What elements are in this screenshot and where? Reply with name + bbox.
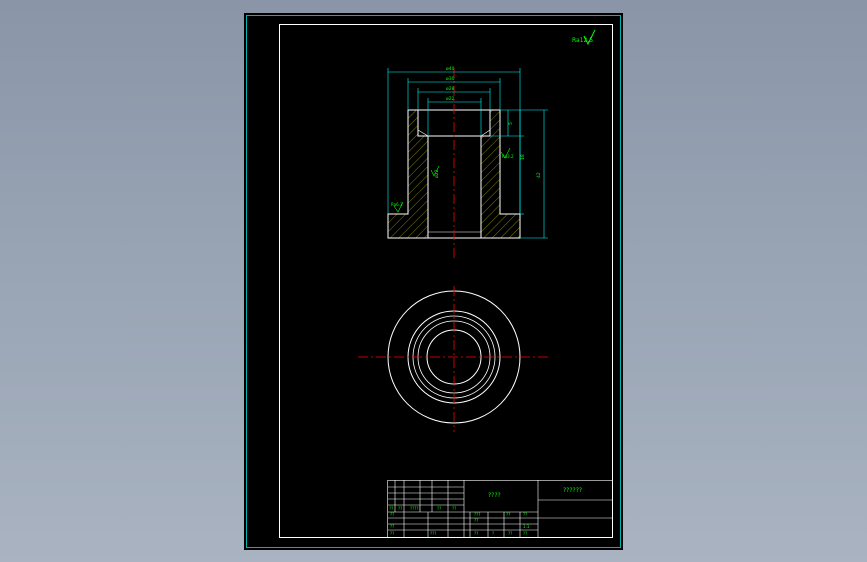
title-bottom-4: ?: [492, 531, 494, 536]
title-bottom-3: ??: [474, 531, 478, 536]
scale-label: 1:1: [523, 524, 530, 529]
title-mid-label-1: ??: [390, 512, 394, 517]
title-row-label-2: ??: [398, 506, 402, 511]
dim-top-1: ø40: [446, 66, 455, 72]
title-row-label-4: ??: [437, 506, 441, 511]
company-name: ??????: [563, 487, 582, 494]
title-mid-label-3: ??: [474, 518, 478, 523]
dim-top-3: ø28: [446, 86, 455, 92]
title-row-label-5: ??: [452, 506, 456, 511]
roughness-label: Ra12.5: [572, 37, 593, 44]
dim-top-4: ø22: [446, 96, 455, 102]
dim-right-3: 42: [536, 172, 542, 178]
title-row-label-1: ??: [389, 506, 393, 511]
cad-drawing-canvas: Ra12.5 ø40 ø30 ø28 ø22 5 18 42 ø22 Ra3.2…: [244, 13, 623, 550]
drawing-name: ????: [488, 492, 501, 499]
title-bottom-2: ???: [430, 531, 436, 536]
title-row-label-3: ?????: [410, 506, 421, 511]
dim-right-2: 18: [520, 154, 526, 160]
drawing-sheet: [244, 13, 623, 550]
title-bottom-1: ??: [390, 531, 394, 536]
title-bottom-5: ??: [508, 531, 512, 536]
dim-top-2: ø30: [446, 76, 455, 82]
title-mid-label-2: ??: [390, 524, 394, 529]
title-row2-label-3: ??: [523, 512, 527, 517]
dim-right-1: 5: [508, 122, 514, 125]
sheet-label: ??: [523, 531, 527, 536]
title-row2-label-2: ??: [506, 512, 510, 517]
title-row2-label-1: ???: [474, 512, 480, 517]
